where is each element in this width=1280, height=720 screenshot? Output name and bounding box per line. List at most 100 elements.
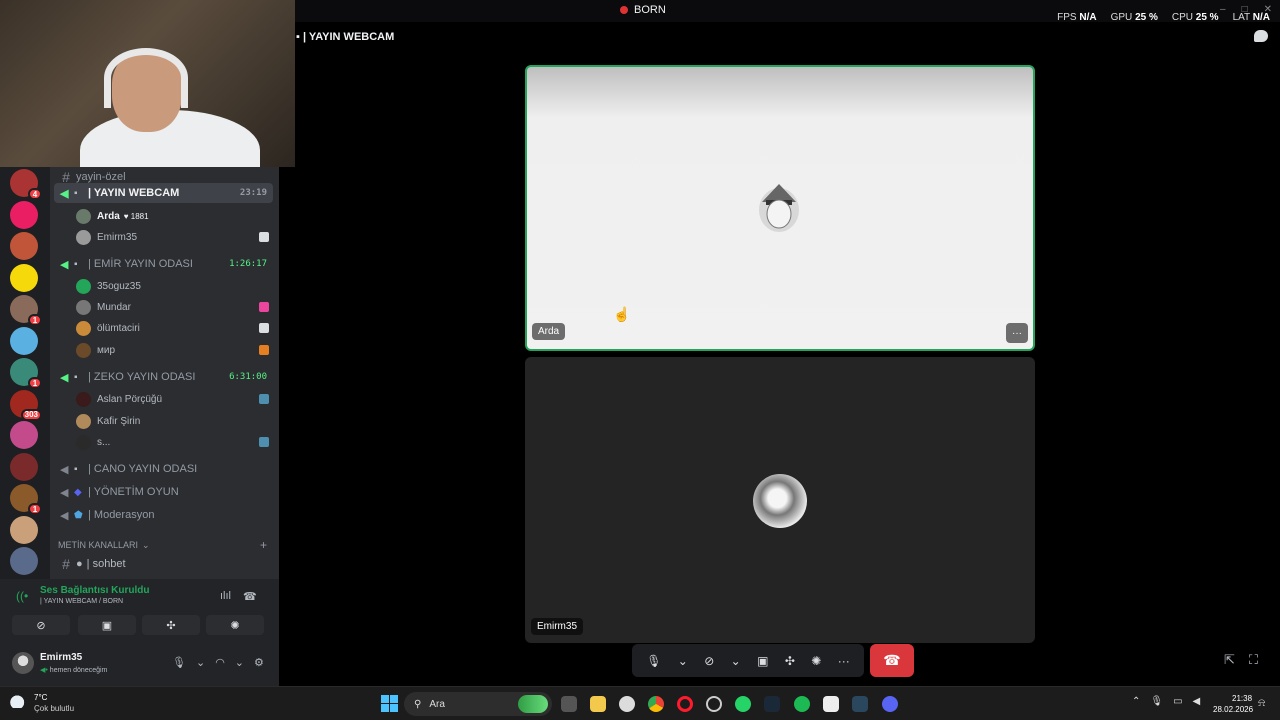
voice-channel-moderasyon[interactable]: ◀ ⬟ | Moderasyon	[54, 505, 273, 525]
steam-alt-icon[interactable]	[852, 696, 868, 712]
activities-icon[interactable]: ✣	[785, 654, 795, 668]
channel-name: | CANO YAYIN ODASI	[88, 463, 198, 475]
opera-icon[interactable]	[677, 696, 693, 712]
clock-date[interactable]: 28.02.2026	[1213, 705, 1253, 714]
popout-icon[interactable]: ⇱	[1224, 652, 1235, 668]
soundboard-button[interactable]: ✺	[206, 615, 264, 635]
speaker-icon: ◀	[60, 187, 69, 200]
weather-icon[interactable]	[10, 694, 28, 708]
taskbar-search[interactable]: ⚲ Ara	[404, 692, 552, 716]
microphone-icon[interactable]: 🎙︎	[646, 654, 661, 668]
server-icon[interactable]	[10, 263, 38, 292]
screen-share-button[interactable]: ▣	[78, 615, 136, 635]
discord-icon[interactable]	[882, 696, 898, 712]
speaker-icon: ◀	[60, 258, 69, 271]
channel-timer: 6:31:00	[229, 372, 267, 382]
tile-more-button[interactable]: ···	[1006, 323, 1028, 343]
chrome-icon[interactable]	[648, 696, 664, 712]
notification-icon[interactable]: ⍾	[1258, 697, 1265, 710]
tile-name-label: Arda	[532, 323, 566, 340]
chevron-down-icon[interactable]: ⌄	[235, 656, 244, 669]
voice-location[interactable]: | YAYIN WEBCAM / BORN	[40, 598, 123, 605]
task-view-icon[interactable]	[561, 696, 577, 712]
clock-time[interactable]: 21:38	[1232, 694, 1252, 703]
search-icon: ⚲	[414, 698, 422, 710]
server-icon[interactable]	[10, 452, 38, 481]
screen-share-icon[interactable]: ▣	[757, 654, 768, 668]
camera-icon: ▪	[74, 187, 78, 199]
microphone-icon[interactable]: 🎙︎	[1150, 696, 1163, 707]
start-button[interactable]	[381, 695, 398, 712]
whatsapp-icon[interactable]	[735, 696, 751, 712]
voice-channel-yayin-webcam[interactable]: ◀ ▪ | YAYIN WEBCAM 23:19	[54, 183, 273, 203]
user-name[interactable]: Emirm35	[40, 652, 82, 663]
soundboard-icon[interactable]: ✺	[811, 654, 821, 668]
volume-icon[interactable]: ◀	[1193, 696, 1201, 707]
server-icon[interactable]: 1	[10, 358, 42, 389]
voice-channel-emir[interactable]: ◀ ▪ | EMİR YAYIN ODASI 1:26:17	[54, 254, 273, 274]
voice-status[interactable]: Ses Bağlantısı Kuruldu	[40, 585, 149, 596]
file-explorer-icon[interactable]	[590, 696, 606, 712]
voice-user[interactable]: Arda ♥ 1881	[76, 206, 273, 226]
camera-off-icon[interactable]: ⊘	[704, 654, 714, 668]
settings-icon[interactable]: ⚙	[254, 656, 264, 669]
server-icon[interactable]: 303	[10, 389, 42, 421]
voice-user[interactable]: Aslan Pörçüğü	[76, 389, 273, 409]
search-placeholder: Ara	[429, 698, 445, 710]
camera-toggle-button[interactable]: ⊘	[12, 615, 70, 635]
chevron-down-icon[interactable]: ⌄	[731, 654, 741, 668]
voice-user[interactable]: Mundar	[76, 297, 273, 317]
avatar[interactable]	[12, 652, 34, 674]
chevron-up-icon[interactable]: ⌃	[1132, 696, 1140, 707]
disconnect-icon[interactable]: ☎︎	[243, 590, 257, 603]
hangup-button[interactable]: ☎︎	[870, 644, 914, 677]
voice-user[interactable]: мир	[76, 340, 273, 360]
chevron-down-icon[interactable]: ⌄	[196, 656, 205, 669]
network-icon[interactable]: ▭	[1173, 696, 1182, 707]
screen-share-icon: ▣	[101, 619, 113, 632]
voice-user[interactable]: 35oguz35	[76, 276, 273, 296]
channel-name: | EMİR YAYIN ODASI	[88, 258, 193, 270]
chevron-down-icon[interactable]: ⌄	[678, 654, 688, 668]
voice-user[interactable]: Kafir Şirin	[76, 411, 273, 431]
voice-channel-yonetim[interactable]: ◀ ◆ | YÖNETİM OYUN	[54, 482, 273, 502]
settings-app-icon[interactable]	[706, 696, 722, 712]
category-header[interactable]: METİN KANALLARI ⌄ +	[54, 535, 273, 555]
server-icon[interactable]	[10, 421, 38, 449]
server-icon[interactable]: 4	[10, 169, 42, 200]
server-icon[interactable]	[10, 200, 38, 229]
text-channel-sohbet[interactable]: # ● | sohbet	[54, 554, 273, 574]
voice-user[interactable]: Emirm35	[76, 227, 273, 247]
noise-suppression-icon[interactable]: ılıl	[220, 590, 231, 603]
activities-button[interactable]: ✣	[142, 615, 200, 635]
spotify-icon[interactable]	[794, 696, 810, 712]
headphones-icon[interactable]: ◠	[215, 656, 225, 669]
speech-bubble-icon: ●	[76, 558, 83, 570]
speaker-icon: ◀	[60, 371, 69, 384]
channel-timer: 23:19	[239, 188, 267, 198]
fullscreen-icon[interactable]: ⛶	[1249, 652, 1258, 668]
more-icon[interactable]: ···	[838, 654, 850, 668]
voice-channel-cano[interactable]: ◀ ▪ | CANO YAYIN ODASI	[54, 459, 273, 479]
server-icon[interactable]: 1	[10, 484, 42, 515]
microphone-icon[interactable]: 🎙︎	[172, 656, 186, 669]
capcut-icon[interactable]	[823, 696, 839, 712]
add-channel-icon[interactable]: +	[260, 538, 267, 552]
soundboard-icon: ✺	[230, 619, 240, 632]
chat-icon[interactable]	[1254, 30, 1268, 42]
voice-user[interactable]: s...	[76, 432, 273, 452]
voice-user[interactable]: ölümtaciri	[76, 318, 273, 338]
server-icon[interactable]	[10, 547, 38, 575]
call-controls: 🎙︎ ⌄ ⊘ ⌄ ▣ ✣ ✺ ···	[632, 644, 864, 677]
server-icon[interactable]: 1	[10, 295, 42, 326]
voice-channel-zeko[interactable]: ◀ ▪ | ZEKO YAYIN ODASI 6:31:00	[54, 367, 273, 387]
steam-icon[interactable]	[764, 696, 780, 712]
hand-cursor-icon: ☝	[613, 306, 631, 322]
steelseries-icon[interactable]	[619, 696, 635, 712]
server-icon[interactable]	[10, 326, 38, 355]
weather-description[interactable]: Çok bulutlu	[34, 704, 74, 713]
server-icon[interactable]	[10, 515, 38, 544]
server-icon[interactable]	[10, 232, 38, 260]
avatar	[76, 413, 91, 429]
weather-temperature[interactable]: 7°C	[34, 693, 47, 702]
